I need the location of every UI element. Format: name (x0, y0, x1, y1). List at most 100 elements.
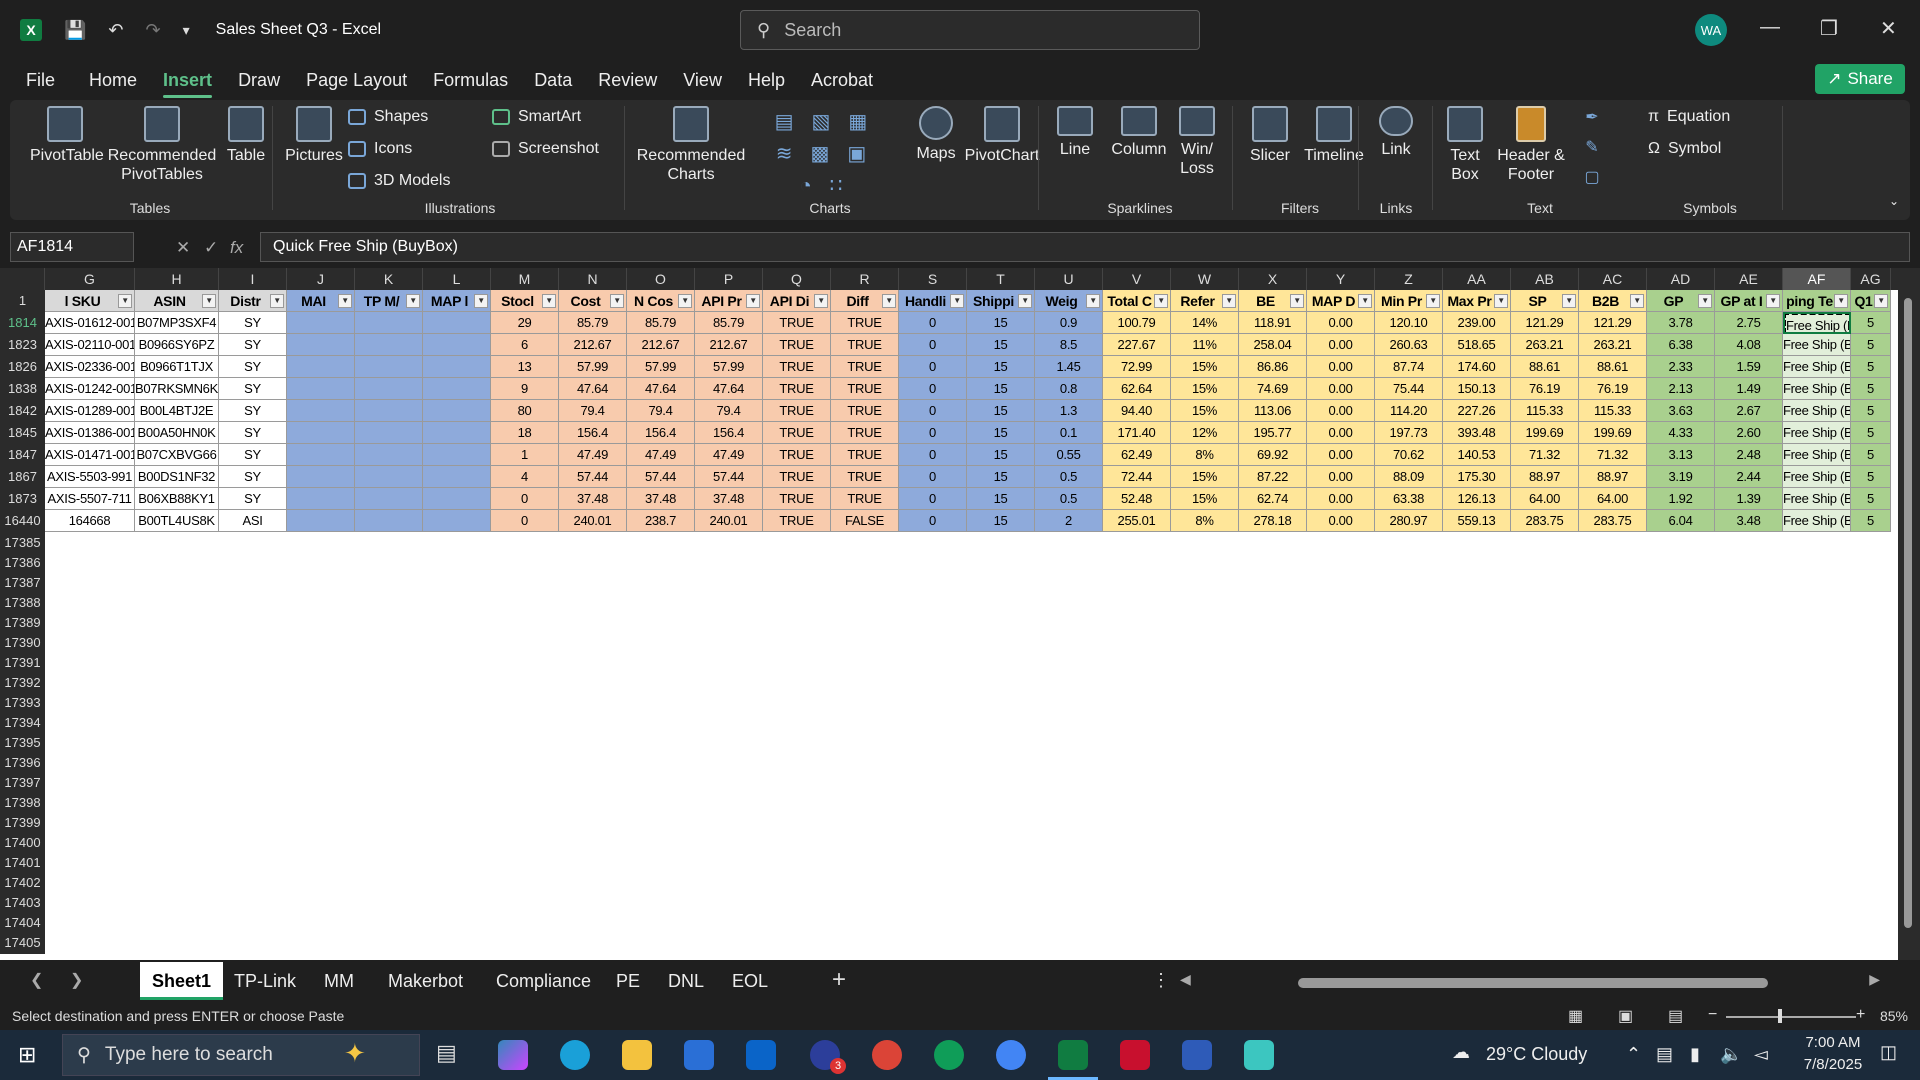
save-icon[interactable]: 💾 (64, 20, 86, 41)
filter-dropdown-icon[interactable]: ▼ (406, 294, 420, 308)
table-cell[interactable]: 0.5 (1035, 466, 1103, 488)
header-cell[interactable]: GP at I ▼ (1715, 290, 1783, 312)
table-cell[interactable]: 0.00 (1307, 488, 1375, 510)
add-sheet-icon[interactable]: + (832, 966, 846, 994)
column-header-j[interactable]: J (287, 268, 355, 290)
table-cell[interactable]: 15 (967, 488, 1035, 510)
table-cell[interactable] (355, 400, 423, 422)
scroll-right-icon[interactable]: ▶ (1869, 971, 1880, 988)
tab-acrobat[interactable]: Acrobat (798, 60, 886, 100)
pivottable-button[interactable]: PivotTable (30, 106, 104, 165)
column-header-r[interactable]: R (831, 268, 899, 290)
table-cell[interactable]: 57.44 (559, 466, 627, 488)
table-cell[interactable]: SY (219, 488, 287, 510)
column-header-g[interactable]: G (45, 268, 135, 290)
table-cell[interactable]: B00TL4US8K (135, 510, 219, 532)
copilot-sparkle-icon[interactable]: ✦ (344, 1038, 366, 1069)
table-cell[interactable] (423, 444, 491, 466)
table-cell[interactable]: 164668 (45, 510, 135, 532)
table-cell[interactable]: 29 (491, 312, 559, 334)
windows-start-icon[interactable]: ⊞ (18, 1042, 36, 1068)
table-cell[interactable]: AXIS-01289-001 (45, 400, 135, 422)
table-cell[interactable]: 2.75 (1715, 312, 1783, 334)
row-header[interactable]: 17389 (0, 612, 45, 634)
close-icon[interactable]: ✕ (1880, 16, 1897, 41)
table-cell[interactable]: 88.97 (1511, 466, 1579, 488)
table-cell[interactable]: 0.00 (1307, 422, 1375, 444)
table-cell[interactable]: B0966T1TJX (135, 356, 219, 378)
table-cell[interactable]: 280.97 (1375, 510, 1443, 532)
minimize-icon[interactable]: — (1760, 16, 1780, 39)
table-cell[interactable]: AXIS-01471-001 (45, 444, 135, 466)
row-header[interactable]: 17402 (0, 872, 45, 894)
row-header[interactable]: 16440 (0, 510, 45, 532)
table-cell[interactable]: 1.45 (1035, 356, 1103, 378)
table-cell[interactable] (423, 378, 491, 400)
table-cell[interactable]: 1.49 (1715, 378, 1783, 400)
file-explorer-icon[interactable] (622, 1040, 652, 1070)
table-cell[interactable] (287, 378, 355, 400)
customize-toolbar-icon[interactable]: ▾ (183, 22, 190, 39)
table-cell[interactable]: 85.79 (695, 312, 763, 334)
excel-taskbar-icon[interactable] (1048, 1040, 1098, 1080)
table-cell[interactable]: 260.63 (1375, 334, 1443, 356)
table-cell[interactable]: 15% (1171, 466, 1239, 488)
row-header[interactable]: 17387 (0, 572, 45, 594)
table-cell[interactable]: Free Ship (B (1783, 312, 1851, 334)
table-cell[interactable]: 15 (967, 356, 1035, 378)
row-header[interactable]: 1814 (0, 312, 45, 334)
table-cell[interactable] (355, 356, 423, 378)
tab-review[interactable]: Review (585, 60, 670, 100)
column-header-w[interactable]: W (1171, 268, 1239, 290)
table-cell[interactable]: SY (219, 312, 287, 334)
column-header-h[interactable]: H (135, 268, 219, 290)
normal-view-icon[interactable]: ▦ (1568, 1006, 1583, 1026)
table-cell[interactable]: 0.55 (1035, 444, 1103, 466)
table-button[interactable]: Table (216, 106, 276, 165)
clock-date[interactable]: 7/8/2025 (1788, 1056, 1878, 1073)
table-cell[interactable]: 0 (491, 510, 559, 532)
table-cell[interactable]: 72.99 (1103, 356, 1171, 378)
filter-dropdown-icon[interactable]: ▼ (1562, 294, 1576, 308)
sparkline-column-button[interactable]: Column (1104, 106, 1174, 159)
task-view-icon[interactable]: ▤ (436, 1040, 457, 1066)
table-cell[interactable]: 4.33 (1647, 422, 1715, 444)
table-cell[interactable]: Free Ship (B (1783, 444, 1851, 466)
header-cell[interactable]: Cost ▼ (559, 290, 627, 312)
table-cell[interactable]: 171.40 (1103, 422, 1171, 444)
table-cell[interactable] (423, 356, 491, 378)
table-cell[interactable] (423, 334, 491, 356)
table-cell[interactable]: 47.64 (627, 378, 695, 400)
table-cell[interactable]: 9 (491, 378, 559, 400)
tab-next-icon[interactable]: ❯ (70, 970, 83, 990)
table-cell[interactable]: 11% (1171, 334, 1239, 356)
filter-dropdown-icon[interactable]: ▼ (1222, 294, 1236, 308)
table-cell[interactable]: 227.67 (1103, 334, 1171, 356)
table-cell[interactable]: 3.78 (1647, 312, 1715, 334)
column-header-z[interactable]: Z (1375, 268, 1443, 290)
empty-row[interactable] (45, 633, 1898, 634)
table-cell[interactable]: 0.00 (1307, 356, 1375, 378)
table-cell[interactable]: 57.44 (627, 466, 695, 488)
table-cell[interactable]: 47.49 (559, 444, 627, 466)
header-cell[interactable]: MAP l ▼ (423, 290, 491, 312)
table-cell[interactable]: AXIS-01612-001 (45, 312, 135, 334)
sparkline-winloss-button[interactable]: Win/ Loss (1172, 106, 1222, 178)
table-cell[interactable]: 76.19 (1579, 378, 1647, 400)
table-cell[interactable] (355, 422, 423, 444)
table-cell[interactable]: SY (219, 400, 287, 422)
table-cell[interactable]: 87.74 (1375, 356, 1443, 378)
tab-prev-icon[interactable]: ❮ (30, 970, 43, 990)
empty-row[interactable] (45, 873, 1898, 874)
filter-dropdown-icon[interactable]: ▼ (1018, 294, 1032, 308)
table-cell[interactable]: 0.00 (1307, 334, 1375, 356)
row-header[interactable]: 1823 (0, 334, 45, 356)
table-cell[interactable]: 0.9 (1035, 312, 1103, 334)
empty-row[interactable] (45, 893, 1898, 894)
teams-icon[interactable]: 3 (810, 1040, 846, 1074)
header-cell[interactable]: Diff ▼ (831, 290, 899, 312)
table-cell[interactable]: 5 (1851, 488, 1891, 510)
table-cell[interactable]: 2.67 (1715, 400, 1783, 422)
table-cell[interactable]: 57.44 (695, 466, 763, 488)
column-header-u[interactable]: U (1035, 268, 1103, 290)
